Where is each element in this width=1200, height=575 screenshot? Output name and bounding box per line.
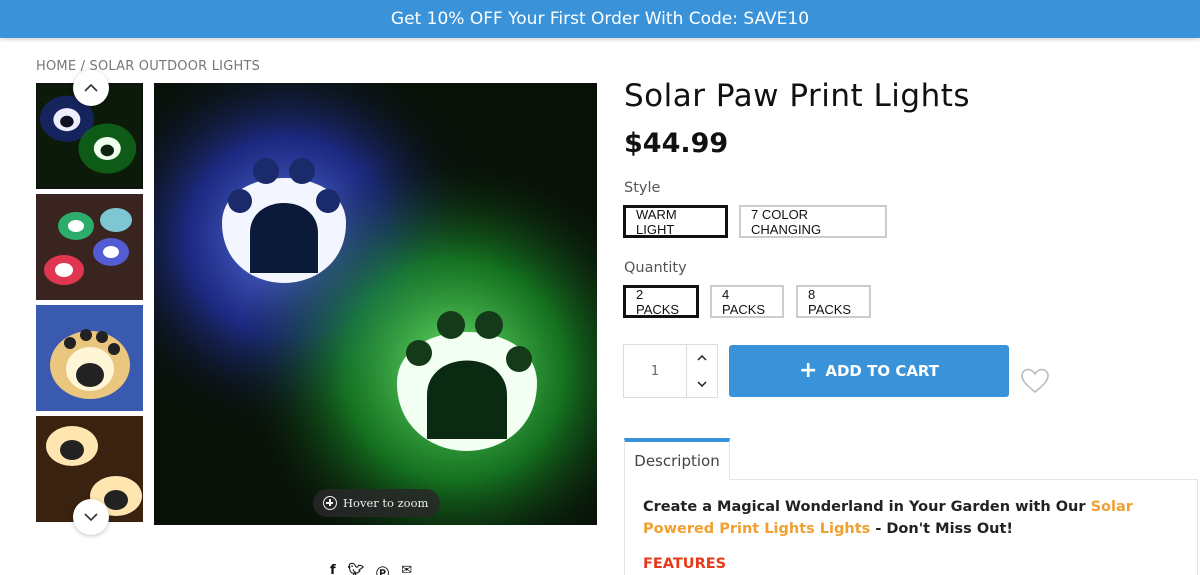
- thumbnail-2[interactable]: [36, 194, 143, 300]
- promo-banner: Get 10% OFF Your First Order With Code: …: [0, 0, 1200, 38]
- thumbnail-image: [36, 194, 143, 300]
- tab-description-label: Description: [634, 452, 720, 470]
- chevron-down-icon: [697, 381, 707, 387]
- share-icons: f 🐦︎ Ⓟ ✉: [330, 563, 412, 575]
- features-heading: FEATURES: [643, 556, 727, 572]
- quantity-input[interactable]: 1: [624, 345, 687, 397]
- thumbnail-3[interactable]: [36, 305, 143, 411]
- breadcrumb: HOME / SOLAR OUTDOOR LIGHTS: [36, 59, 260, 74]
- quantity-stepper: 1: [623, 344, 718, 398]
- thumbnails-down-button[interactable]: [73, 499, 109, 535]
- style-option-7-color[interactable]: 7 COLOR CHANGING: [739, 205, 887, 238]
- description-text-2: - Don't Miss Out!: [870, 521, 1014, 537]
- description-intro: Create a Magical Wonderland in Your Gard…: [643, 496, 1183, 540]
- thumbnail-image: [36, 305, 143, 411]
- chevron-up-icon: [697, 355, 707, 361]
- quantity-increase-button[interactable]: [687, 345, 717, 371]
- product-tabs: Description: [624, 438, 1198, 480]
- add-to-cart-button[interactable]: + ADD TO CART: [729, 345, 1009, 397]
- plus-icon: +: [798, 358, 818, 383]
- quantity-decrease-button[interactable]: [687, 371, 717, 397]
- heart-icon: [1021, 368, 1049, 394]
- breadcrumb-home[interactable]: HOME: [36, 59, 76, 74]
- main-product-image[interactable]: Hover to zoom: [154, 83, 597, 525]
- wishlist-button[interactable]: [1020, 367, 1050, 395]
- product-photo: [154, 83, 597, 525]
- description-text-1: Create a Magical Wonderland in Your Gard…: [643, 499, 1091, 515]
- thumbnails-up-button[interactable]: [73, 70, 109, 106]
- tab-description[interactable]: Description: [624, 438, 730, 480]
- pinterest-icon[interactable]: Ⓟ: [376, 563, 389, 575]
- email-icon[interactable]: ✉: [401, 563, 412, 575]
- promo-text: Get 10% OFF Your First Order With Code: …: [390, 9, 810, 29]
- chevron-down-icon: [84, 513, 98, 522]
- product-title: Solar Paw Print Lights: [624, 78, 971, 114]
- add-to-cart-label: ADD TO CART: [825, 362, 940, 380]
- pack-option-2[interactable]: 2 PACKS: [623, 285, 699, 318]
- zoom-hint: Hover to zoom: [313, 489, 441, 517]
- pack-option-4[interactable]: 4 PACKS: [710, 285, 784, 318]
- zoom-icon: [323, 496, 337, 510]
- product-price: $44.99: [624, 128, 729, 159]
- pack-option-8[interactable]: 8 PACKS: [796, 285, 871, 318]
- twitter-icon[interactable]: 🐦︎: [348, 563, 365, 575]
- thumbnail-strip: [36, 83, 144, 523]
- zoom-hint-text: Hover to zoom: [343, 496, 429, 510]
- quantity-label: Quantity: [624, 260, 687, 276]
- style-label: Style: [624, 180, 661, 196]
- facebook-icon[interactable]: f: [330, 563, 336, 575]
- chevron-up-icon: [84, 83, 98, 92]
- breadcrumb-current[interactable]: SOLAR OUTDOOR LIGHTS: [90, 59, 261, 74]
- style-option-warm-light[interactable]: WARM LIGHT: [623, 205, 728, 238]
